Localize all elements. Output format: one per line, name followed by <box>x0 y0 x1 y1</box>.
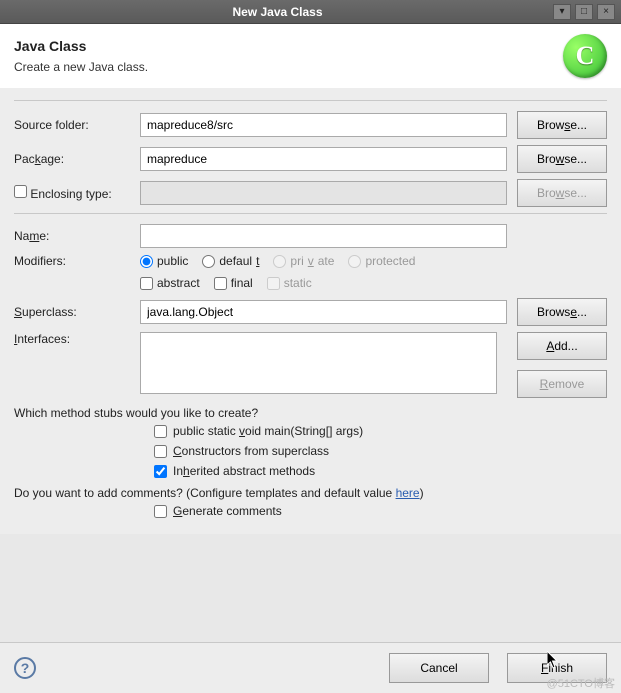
modifier-public[interactable]: public <box>140 254 188 268</box>
maximize-button[interactable]: □ <box>575 4 593 20</box>
dialog-header: Java Class Create a new Java class. C <box>0 24 621 88</box>
modifier-protected: protected <box>348 254 415 268</box>
modifier-private: private <box>273 254 334 268</box>
browse-enclosing-button: Browse... <box>517 179 607 207</box>
titlebar: New Java Class ▾ □ × <box>0 0 621 24</box>
add-interface-button[interactable]: Add... <box>517 332 607 360</box>
modifier-static: static <box>267 276 312 290</box>
stub-constructors-label[interactable]: Constructors from superclass <box>173 444 329 458</box>
modifier-default[interactable]: default <box>202 254 259 268</box>
header-subtitle: Create a new Java class. <box>14 60 563 74</box>
modifier-abstract[interactable]: abstract <box>140 276 200 290</box>
generate-comments-checkbox[interactable] <box>154 505 167 518</box>
separator <box>14 100 607 101</box>
enclosing-type-checkbox[interactable] <box>14 185 27 198</box>
source-folder-label: Source folder: <box>14 118 140 132</box>
name-input[interactable] <box>140 224 507 248</box>
modifier-final[interactable]: final <box>214 276 253 290</box>
class-icon: C <box>563 34 607 78</box>
enclosing-type-label[interactable]: Enclosing type: <box>14 185 140 201</box>
comments-question: Do you want to add comments? (Configure … <box>14 486 607 500</box>
dialog-footer: ? Cancel Finish <box>0 642 621 693</box>
help-icon[interactable]: ? <box>14 657 36 679</box>
watermark: @51CTO博客 <box>547 675 615 691</box>
generate-comments-label[interactable]: Generate comments <box>173 504 282 518</box>
stub-inherited-checkbox[interactable] <box>154 465 167 478</box>
stub-main-label[interactable]: public static void main(String[] args) <box>173 424 363 438</box>
stub-constructors-checkbox[interactable] <box>154 445 167 458</box>
package-input[interactable] <box>140 147 507 171</box>
interfaces-label: Interfaces: <box>14 332 140 346</box>
stub-main-checkbox[interactable] <box>154 425 167 438</box>
header-title: Java Class <box>14 38 563 54</box>
stub-inherited-label[interactable]: Inherited abstract methods <box>173 464 315 478</box>
stubs-question: Which method stubs would you like to cre… <box>14 406 607 420</box>
browse-package-button[interactable]: Browse... <box>517 145 607 173</box>
name-label: Name: <box>14 229 140 243</box>
separator <box>14 213 607 214</box>
modifiers-label: Modifiers: <box>14 254 140 268</box>
cancel-button[interactable]: Cancel <box>389 653 489 683</box>
minimize-button[interactable]: ▾ <box>553 4 571 20</box>
enclosing-type-input <box>140 181 507 205</box>
close-button[interactable]: × <box>597 4 615 20</box>
interfaces-list[interactable] <box>140 332 497 394</box>
superclass-label: Superclass: <box>14 305 140 319</box>
package-label: Package: <box>14 152 140 166</box>
browse-superclass-button[interactable]: Browse... <box>517 298 607 326</box>
source-folder-input[interactable] <box>140 113 507 137</box>
window-title: New Java Class <box>6 5 549 19</box>
remove-interface-button: Remove <box>517 370 607 398</box>
browse-source-button[interactable]: Browse... <box>517 111 607 139</box>
here-link[interactable]: here <box>396 486 420 500</box>
superclass-input[interactable] <box>140 300 507 324</box>
